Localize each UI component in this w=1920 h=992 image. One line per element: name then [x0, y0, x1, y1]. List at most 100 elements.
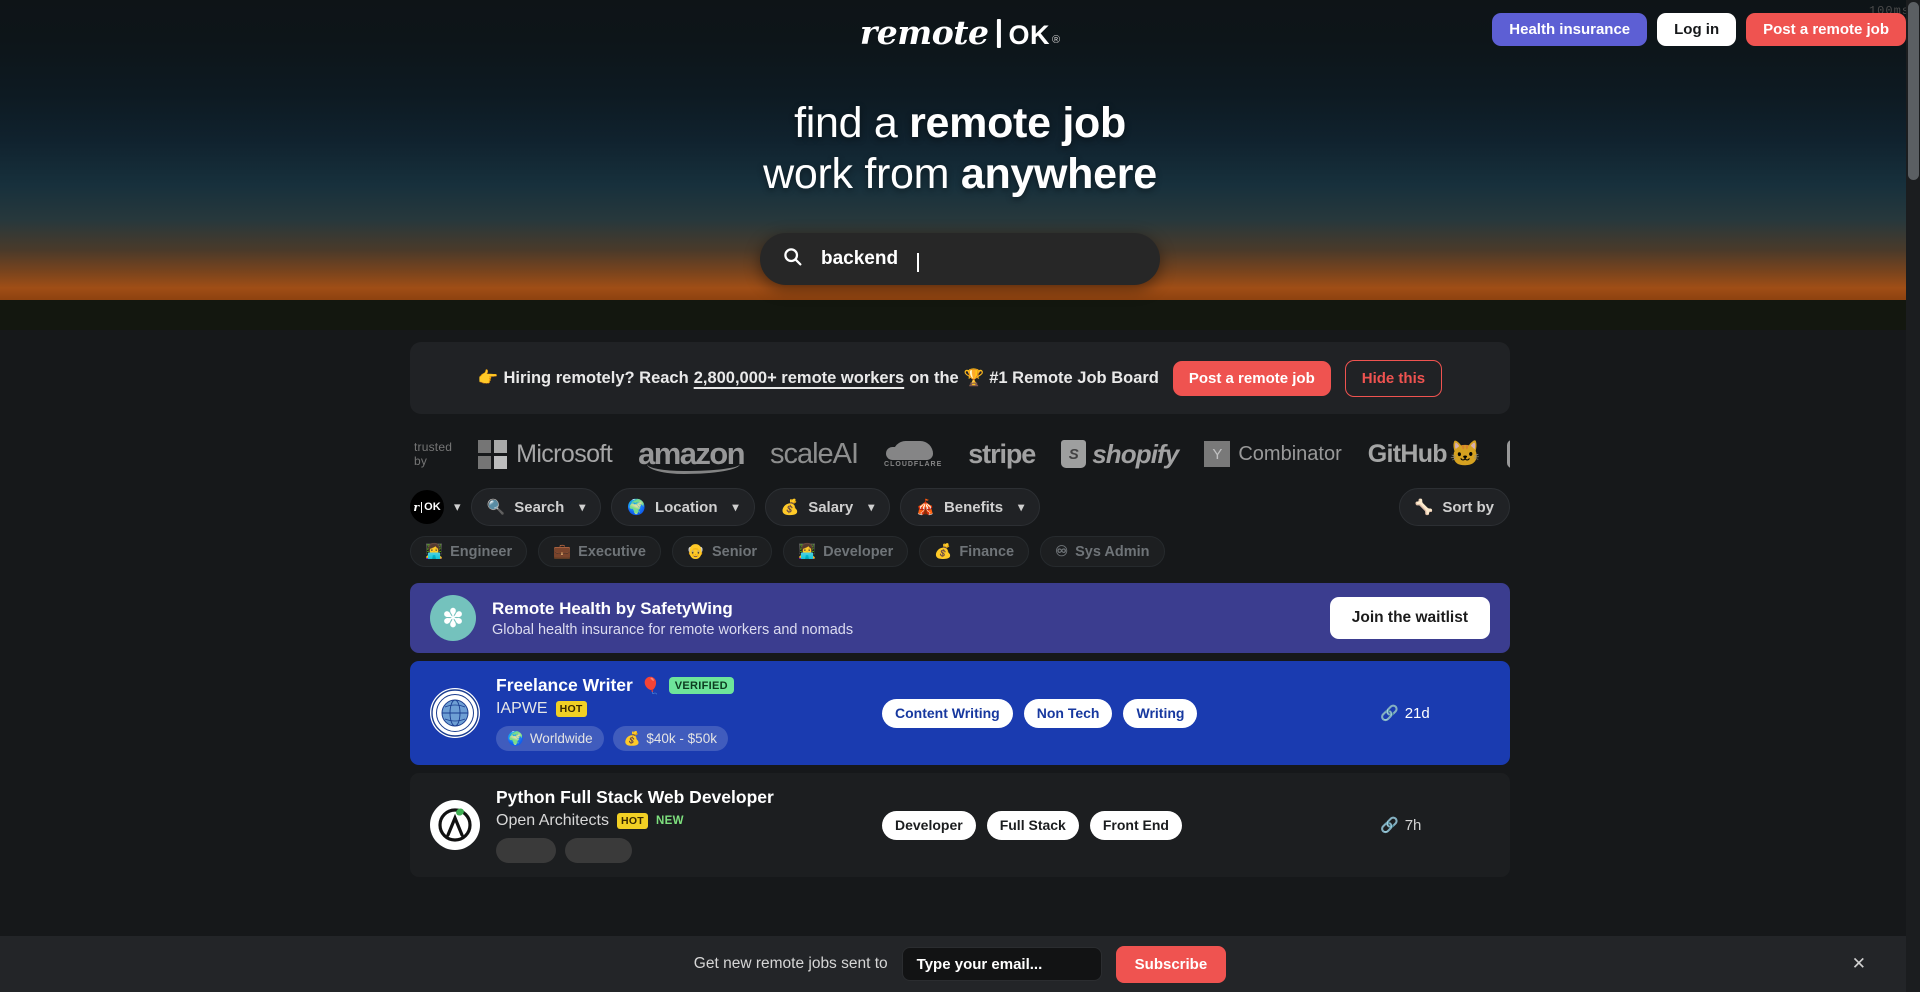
- chevron-down-icon: ▾: [1018, 500, 1025, 514]
- microsoft-logo: Microsoft: [478, 439, 613, 469]
- job-tag[interactable]: Writing: [1123, 698, 1198, 728]
- amazon-logo: amazon: [638, 436, 746, 474]
- promo-hide-button[interactable]: Hide this: [1344, 359, 1443, 397]
- post-a-remote-job-button[interactable]: Post a remote job: [1746, 13, 1906, 46]
- filter-pill-search[interactable]: 🔍 Search ▾: [470, 488, 602, 526]
- job-location-pill[interactable]: [496, 838, 556, 863]
- cloudflare-logo-text: CLOUDFLARE: [884, 460, 943, 468]
- magnifier-icon: 🔍: [486, 499, 506, 516]
- ycombinator-logo: Y Combinator: [1204, 441, 1342, 467]
- header-actions: Health insurance Log in Post a remote jo…: [1492, 13, 1906, 46]
- subscribe-label: Get new remote jobs sent to: [693, 955, 888, 972]
- logo-ok-text: OK: [1008, 20, 1050, 50]
- tag-senior[interactable]: 👴 Senior: [671, 536, 773, 567]
- mini-logo-chevron-down-icon[interactable]: ▾: [454, 499, 461, 515]
- filter-pill-search-label: Search: [514, 498, 565, 516]
- job-main-info: Freelance Writer 🎈 VERIFIED IAPWE HOT 🌍 …: [496, 675, 866, 751]
- money-icon: 💰: [780, 499, 800, 516]
- subscribe-button[interactable]: Subscribe: [1115, 945, 1227, 983]
- feather-icon: ✽: [430, 595, 476, 641]
- hot-badge: HOT: [555, 701, 587, 717]
- tag-engineer-label: Engineer: [450, 543, 513, 560]
- tag-executive-label: Executive: [578, 543, 646, 560]
- shopify-logo: S shopify: [1061, 439, 1179, 470]
- promo-post-job-button[interactable]: Post a remote job: [1172, 360, 1331, 396]
- join-the-waitlist-button[interactable]: Join the waitlist: [1329, 597, 1490, 639]
- tag-developer[interactable]: 👩‍💻 Developer: [783, 536, 909, 567]
- scrollbar-thumb[interactable]: [1908, 2, 1919, 180]
- pointing-hand-icon: 👉: [477, 368, 499, 387]
- tag-sys-admin-label: Sys Admin: [1075, 543, 1150, 560]
- job-salary-pill[interactable]: [564, 838, 632, 863]
- job-company-name: IAPWE: [496, 700, 548, 717]
- job-company-name: Open Architects: [496, 812, 609, 829]
- close-icon[interactable]: ✕: [1852, 954, 1866, 974]
- log-in-button[interactable]: Log in: [1657, 13, 1737, 46]
- table-row[interactable]: Python Full Stack Web Developer Open Arc…: [410, 773, 1510, 877]
- intercom-box-icon: [1507, 440, 1510, 468]
- filter-pill-location[interactable]: 🌍 Location ▾: [611, 488, 755, 526]
- search-input[interactable]: backend: [760, 233, 1160, 285]
- promo-text-before: Hiring remotely? Reach: [503, 368, 689, 387]
- filter-pill-location-label: Location: [654, 498, 718, 516]
- senior-icon: 👴: [686, 544, 705, 560]
- promo-text-after: #1 Remote Job Board: [989, 368, 1159, 387]
- tag-sys-admin[interactable]: ♾ Sys Admin: [1040, 536, 1165, 567]
- job-salary-label: $40k - $50k: [646, 731, 717, 746]
- tag-executive[interactable]: 💼 Executive: [538, 536, 661, 567]
- open-architects-logo: [430, 800, 480, 850]
- search-input-value: backend: [821, 248, 899, 269]
- tag-senior-label: Senior: [711, 543, 758, 560]
- engineer-icon: 👩‍💻: [425, 544, 444, 560]
- email-field[interactable]: Type your email...: [901, 947, 1102, 981]
- filter-pill-salary-label: Salary: [808, 498, 854, 516]
- job-age-label: 21d: [1404, 704, 1430, 722]
- job-salary-pill[interactable]: 💰 $40k - $50k: [612, 726, 728, 751]
- hot-badge: HOT: [616, 813, 649, 829]
- job-age: 🔗 7h: [1380, 816, 1490, 835]
- headline-line-1-bold: remote job: [909, 99, 1126, 147]
- trophy-icon: 🏆: [963, 368, 985, 387]
- tag-finance[interactable]: 💰 Finance: [919, 536, 1030, 567]
- tag-developer-label: Developer: [823, 543, 894, 560]
- job-tag[interactable]: Content Writing: [882, 698, 1013, 728]
- remote-ok-mini-logo[interactable]: r OK: [410, 490, 444, 524]
- job-meta-row: [496, 838, 866, 863]
- table-row[interactable]: Freelance Writer 🎈 VERIFIED IAPWE HOT 🌍 …: [410, 661, 1510, 765]
- job-tag[interactable]: Front End: [1089, 810, 1182, 840]
- link-icon: 🔗: [1380, 817, 1399, 834]
- filter-pill-benefits[interactable]: 🎪 Benefits ▾: [900, 488, 1041, 526]
- job-company-row: Open Architects HOT NEW: [496, 812, 866, 830]
- scrollbar[interactable]: [1906, 0, 1920, 992]
- iapwe-seal-logo: [430, 688, 480, 738]
- shopping-bag-icon: S: [1061, 440, 1087, 468]
- hero-banner: remote OK ® 100ms Health insurance Log i…: [0, 0, 1920, 330]
- filter-pill-salary[interactable]: 💰 Salary ▾: [764, 488, 891, 526]
- safetywing-promo-banner[interactable]: ✽ Remote Health by SafetyWing Global hea…: [410, 583, 1510, 653]
- job-tag[interactable]: Developer: [882, 810, 976, 840]
- health-insurance-button[interactable]: Health insurance: [1492, 13, 1648, 46]
- job-location-pill[interactable]: 🌍 Worldwide: [496, 726, 604, 751]
- trusted-by-row: trusted by Microsoft amazon scaleAI CLOU…: [410, 434, 1510, 474]
- text-caret: [917, 252, 920, 272]
- job-location-label: Worldwide: [529, 731, 593, 746]
- cloud-icon: [886, 440, 934, 460]
- microsoft-logo-text: Microsoft: [516, 439, 613, 468]
- intercom-logo: INTER: [1507, 440, 1510, 468]
- headline-line-1-plain: find a: [794, 99, 910, 147]
- sort-by-button[interactable]: 🦴 Sort by: [1398, 488, 1510, 526]
- job-age: 🔗 21d: [1380, 704, 1490, 723]
- job-title: Python Full Stack Web Developer: [496, 787, 774, 807]
- quick-tag-row: 👩‍💻 Engineer 💼 Executive 👴 Senior 👩‍💻 De…: [410, 536, 1510, 567]
- site-logo[interactable]: remote OK ®: [860, 13, 1060, 52]
- chevron-down-icon: ▾: [868, 500, 875, 514]
- tag-engineer[interactable]: 👩‍💻 Engineer: [410, 536, 528, 567]
- job-tag[interactable]: Non Tech: [1023, 698, 1113, 728]
- job-tag[interactable]: Full Stack: [986, 810, 1079, 840]
- balloon-icon: 🎈: [640, 677, 661, 695]
- logo-divider: [996, 19, 1001, 48]
- job-title-row: Freelance Writer 🎈 VERIFIED: [496, 675, 866, 696]
- cloudflare-logo: CLOUDFLARE: [884, 440, 943, 468]
- subscribe-bar: Get new remote jobs sent to Type your em…: [0, 936, 1920, 992]
- github-logo: GitHub 🐱: [1368, 440, 1481, 469]
